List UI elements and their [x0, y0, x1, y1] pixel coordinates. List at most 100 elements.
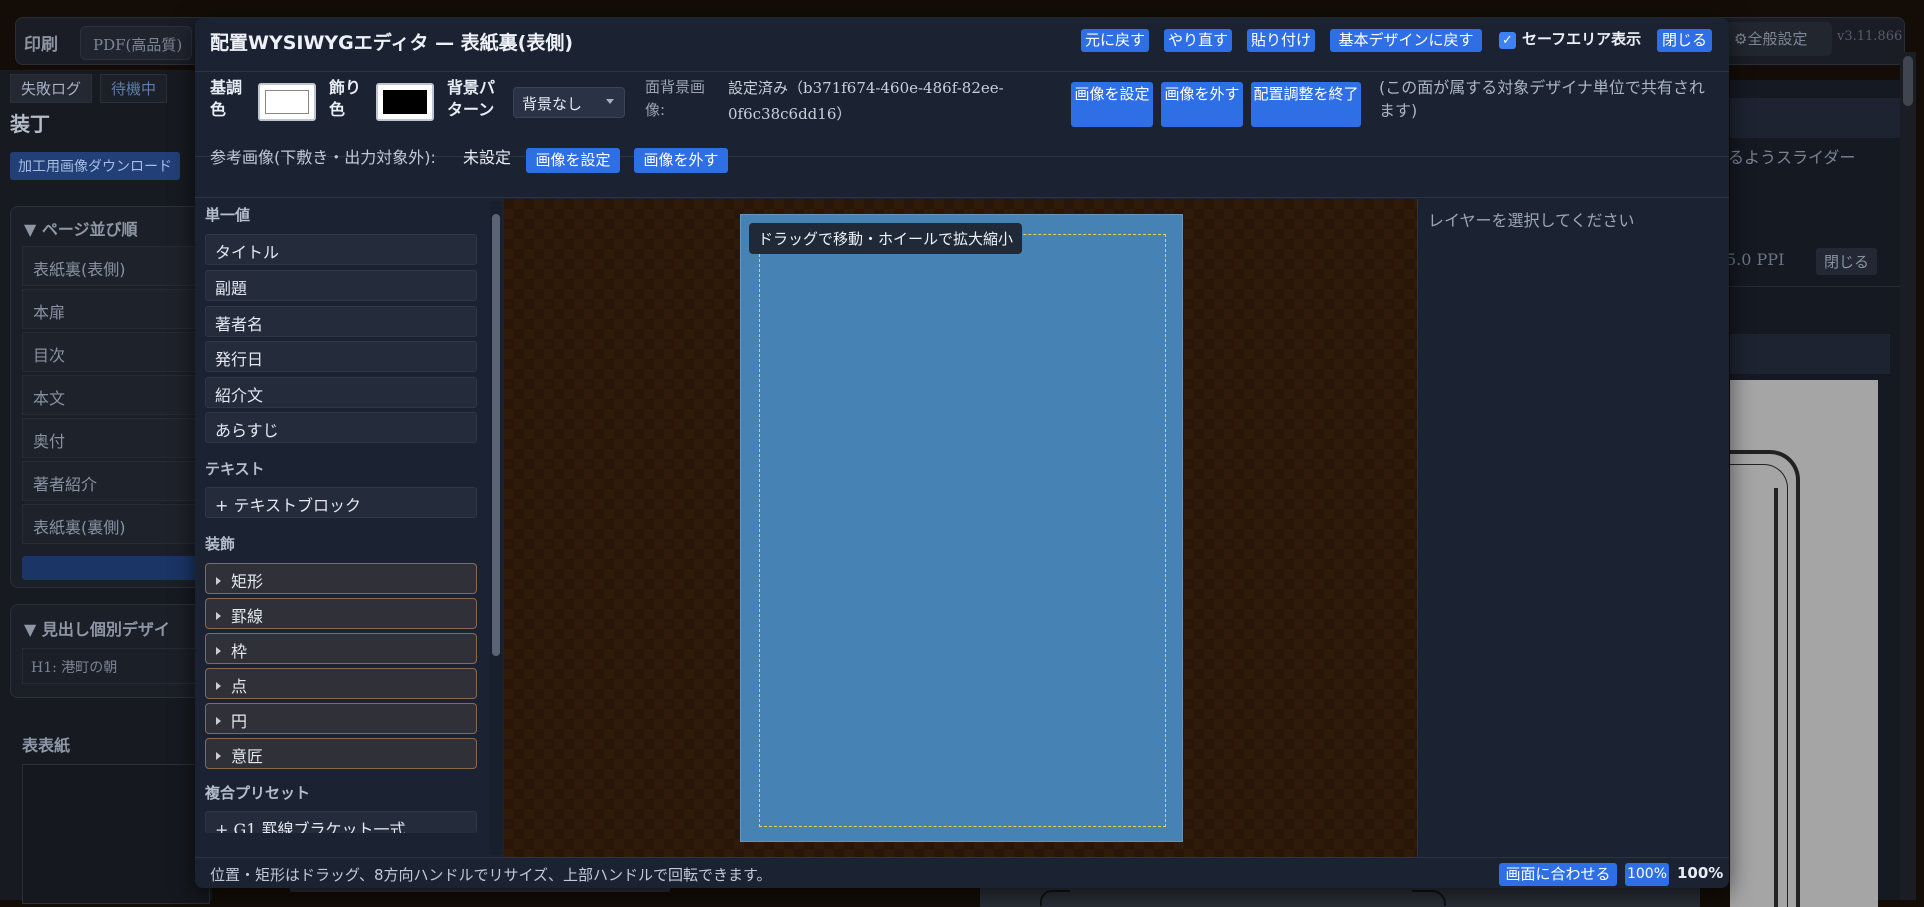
palette-item-title[interactable]: タイトル — [205, 234, 477, 265]
set-reference-image-button[interactable]: 画像を設定 — [526, 148, 620, 173]
ornament-curve — [1412, 890, 1446, 906]
version-label: v3.11.866 — [1837, 29, 1903, 44]
single-value-section-title: 単一値 — [205, 206, 251, 224]
palette-item-preset[interactable]: + G1 罫線ブラケット一式 — [205, 811, 477, 833]
preset-section-title: 複合プリセット — [205, 784, 311, 802]
paste-button[interactable]: 貼り付け — [1247, 29, 1315, 52]
background-right-header — [1730, 98, 1900, 138]
caret-right-icon — [216, 682, 221, 690]
caret-right-icon — [216, 752, 221, 760]
decoration-section-title: 装飾 — [205, 535, 236, 553]
palette-item-dot[interactable]: 点 — [205, 668, 477, 699]
background-heading: 装丁 — [10, 112, 50, 136]
tab-failure-log[interactable]: 失敗ログ — [10, 74, 93, 103]
heading-design-title-text: 見出し個別デザイ — [41, 620, 170, 639]
bg-pattern-value: 背景なし — [522, 95, 583, 113]
heading-design-title[interactable]: ▼ 見出し個別デザイ — [24, 616, 170, 640]
base-color-swatch[interactable] — [258, 83, 316, 121]
palette-item-synopsis[interactable]: あらすじ — [205, 412, 477, 443]
palette-item-intro[interactable]: 紹介文 — [205, 377, 477, 408]
palette-item-author[interactable]: 著者名 — [205, 306, 477, 337]
modal-title: 配置WYSIWYGエディタ — 表紙裏(表側) — [210, 32, 574, 54]
palette-item-rectangle[interactable]: 矩形 — [205, 563, 477, 594]
modal-header: 配置WYSIWYGエディタ — 表紙裏(表側) 元に戻す やり直す 貼り付け 基… — [195, 18, 1729, 72]
close-button[interactable]: 閉じる — [1657, 29, 1712, 52]
redo-button[interactable]: やり直す — [1164, 29, 1232, 52]
face-bg-value: 設定済み（b371f674-460e-486f-82ee-0f6c38c6dd1… — [728, 79, 1004, 123]
remove-reference-image-button[interactable]: 画像を外す — [634, 148, 728, 173]
background-tabs: 失敗ログ 待機中 — [10, 74, 168, 103]
page-order-item[interactable]: 本文 — [22, 375, 210, 415]
remove-face-image-button[interactable]: 画像を外す — [1161, 82, 1243, 127]
palette-item-subtitle[interactable]: 副題 — [205, 270, 477, 301]
page-surface[interactable]: ドラッグで移動・ホイールで拡大縮小 — [740, 214, 1183, 842]
undo-button[interactable]: 元に戻す — [1081, 29, 1149, 52]
page-order-title-text: ページ並び順 — [41, 220, 138, 239]
footer-hint: 位置・矩形はドラッグ、8方向ハンドルでリサイズ、上部ハンドルで回転できます。 — [210, 866, 772, 884]
bg-pattern-select[interactable]: 背景なし — [513, 87, 625, 118]
fit-to-screen-button[interactable]: 画面に合わせる — [1499, 863, 1617, 886]
caret-right-icon — [216, 717, 221, 725]
bg-pattern-label: 背景パターン — [447, 78, 496, 119]
ppi-label: 5.0 PPI — [1726, 250, 1785, 269]
base-color-inner — [265, 90, 309, 114]
reference-label: 参考画像(下敷き・出力対象外): — [210, 148, 436, 167]
palette-item-ornament[interactable]: 意匠 — [205, 738, 477, 769]
general-settings-button[interactable]: ⚙全般設定 — [1726, 22, 1832, 56]
tab-waiting[interactable]: 待機中 — [100, 74, 168, 103]
heading-design-item[interactable]: H1: 港町の朝 — [22, 648, 210, 684]
finish-placement-button[interactable]: 配置調整を終了 — [1251, 82, 1361, 127]
page-scrollbar-thumb[interactable] — [1903, 56, 1913, 106]
caret-right-icon — [216, 647, 221, 655]
accent-color-label: 飾り色 — [329, 78, 362, 119]
caret-right-icon — [216, 612, 221, 620]
background-close-button[interactable]: 閉じる — [1816, 248, 1878, 275]
page-order-title[interactable]: ▼ ページ並び順 — [24, 216, 138, 240]
cover-preview — [22, 764, 210, 904]
layer-properties-panel: レイヤーを選択してください — [1417, 199, 1729, 857]
background-bottom-preview — [980, 886, 1700, 907]
face-bg-label: 面背景画像: — [645, 78, 706, 119]
palette-item-label: 矩形 — [231, 572, 264, 591]
zoom-level: 100% — [1677, 864, 1724, 882]
safe-area-checkbox[interactable]: ✓ — [1499, 32, 1516, 49]
pdf-quality-select[interactable]: PDF(高品質) — [80, 26, 192, 60]
palette-item-label: 意匠 — [231, 747, 264, 766]
palette-scrollbar-thumb[interactable] — [492, 214, 500, 656]
shared-note: (この面が属する対象デザイナ単位で共有されます) — [1379, 78, 1705, 121]
modal-footer: 位置・矩形はドラッグ、8方向ハンドルでリサイズ、上部ハンドルで回転できます。 画… — [195, 857, 1729, 888]
canvas-tooltip: ドラッグで移動・ホイールで拡大縮小 — [749, 223, 1023, 254]
background-preview-header — [1730, 334, 1890, 374]
chevron-down-icon — [606, 99, 614, 104]
page-scrollbar[interactable] — [1900, 52, 1916, 900]
palette-item-circle[interactable]: 円 — [205, 703, 477, 734]
page-order-item[interactable]: 奥付 — [22, 418, 210, 458]
reset-design-button[interactable]: 基本デザインに戻す — [1330, 29, 1482, 52]
divider — [1728, 286, 1903, 287]
page-order-list: 表紙裏(表側) 本扉 目次 本文 奥付 著者紹介 表紙裏(裏側) — [22, 246, 210, 547]
accent-color-swatch[interactable] — [376, 83, 434, 121]
ornament-curve — [1040, 890, 1070, 906]
page-order-item[interactable]: 目次 — [22, 332, 210, 372]
editor-canvas[interactable]: ドラッグで移動・ホイールで拡大縮小 — [504, 199, 1417, 857]
zoom-100-button[interactable]: 100% — [1625, 863, 1669, 886]
slider-hint-text: るようスライダー — [1728, 148, 1856, 167]
frame-ornament-line — [1730, 488, 1778, 907]
palette-item-rule[interactable]: 罫線 — [205, 598, 477, 629]
page-order-item[interactable]: 本扉 — [22, 289, 210, 329]
background-title: 印刷 — [24, 35, 58, 55]
page-order-item[interactable]: 表紙裏(裏側) — [22, 504, 210, 544]
wysiwyg-editor-modal: 配置WYSIWYGエディタ — 表紙裏(表側) 元に戻す やり直す 貼り付け 基… — [195, 18, 1729, 888]
safe-area-guide — [759, 234, 1166, 827]
palette-item-frame[interactable]: 枠 — [205, 633, 477, 664]
set-face-image-button[interactable]: 画像を設定 — [1071, 82, 1153, 127]
download-processed-images-button[interactable]: 加工用画像ダウンロード — [10, 152, 180, 180]
palette-item-label: 円 — [231, 712, 248, 731]
page-order-item[interactable]: 著者紹介 — [22, 461, 210, 501]
palette-item-text-block[interactable]: + テキストブロック — [205, 487, 477, 518]
page-order-item[interactable]: 表紙裏(表側) — [22, 246, 210, 286]
safe-area-label: セーフエリア表示 — [1522, 30, 1642, 48]
palette-item-date[interactable]: 発行日 — [205, 341, 477, 372]
page-order-add-button[interactable] — [22, 556, 210, 580]
text-section-title: テキスト — [205, 460, 265, 478]
